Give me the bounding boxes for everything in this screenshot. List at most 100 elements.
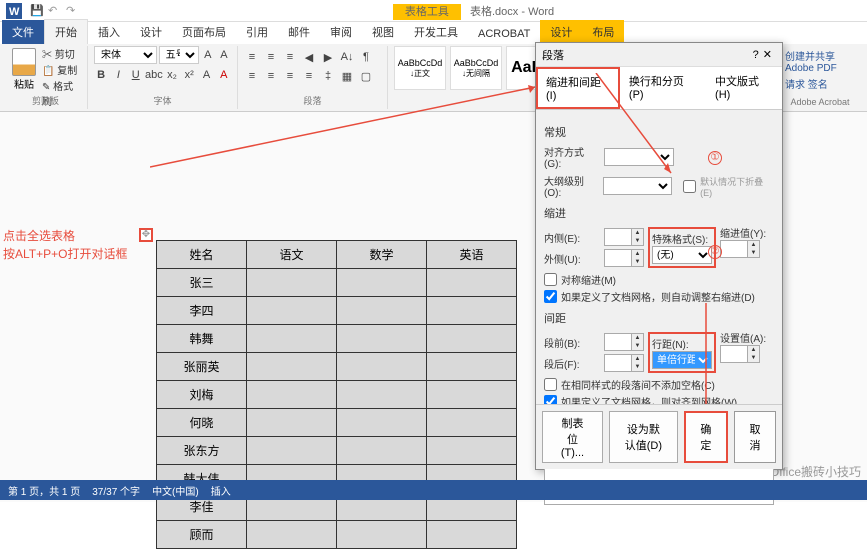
context-tab-label: 表格工具: [393, 4, 461, 20]
col-chinese[interactable]: 语文: [247, 241, 337, 269]
tab-indent-spacing[interactable]: 缩进和间距(I): [536, 67, 620, 109]
insert-mode[interactable]: 插入: [211, 483, 231, 498]
request-sign-button[interactable]: 请求 签名: [785, 76, 855, 91]
tab-line-breaks[interactable]: 换行和分页(P): [620, 67, 706, 109]
outside-spinner[interactable]: ▲▼: [604, 249, 644, 267]
paragraph-dialog: 段落 ? ✕ 缩进和间距(I) 换行和分页(P) 中文版式(H) 常规 对齐方式…: [535, 42, 783, 470]
tab-insert[interactable]: 插入: [88, 20, 130, 44]
data-table[interactable]: 姓名 语文 数学 英语 张三 李四 韩舞 张丽英 刘梅 何晓 张东方 韩大伟 李…: [156, 240, 517, 549]
tab-review[interactable]: 审阅: [320, 20, 362, 44]
table-row: 张东方: [157, 437, 517, 465]
copy-button[interactable]: 📋 复制: [42, 62, 81, 77]
inside-spinner[interactable]: ▲▼: [604, 228, 644, 246]
grow-font-icon[interactable]: A: [201, 47, 215, 63]
table-select-handle[interactable]: ✥: [139, 228, 153, 242]
page-status[interactable]: 第 1 页，共 1 页: [8, 483, 80, 498]
table-row: 刘梅: [157, 381, 517, 409]
col-math[interactable]: 数学: [337, 241, 427, 269]
style-normal[interactable]: AaBbCcDd↓正文: [394, 46, 446, 90]
line-spacing-icon[interactable]: ‡: [320, 68, 336, 84]
ok-button[interactable]: 确定: [684, 411, 728, 463]
align-center-icon[interactable]: ≡: [263, 68, 279, 84]
tab-mailings[interactable]: 邮件: [278, 20, 320, 44]
table-row: 李四: [157, 297, 517, 325]
collapse-checkbox[interactable]: [683, 180, 696, 193]
tab-acrobat[interactable]: ACROBAT: [468, 24, 540, 44]
italic-icon[interactable]: I: [111, 67, 125, 83]
ribbon-tabs: 文件 开始 插入 设计 页面布局 引用 邮件 审阅 视图 开发工具 ACROBA…: [0, 22, 867, 44]
redo-icon[interactable]: ↷: [66, 4, 80, 18]
after-spinner[interactable]: ▲▼: [604, 354, 644, 372]
cut-button[interactable]: ✂ 剪切: [42, 46, 81, 61]
font-family-select[interactable]: 宋体: [94, 46, 157, 64]
undo-icon[interactable]: ↶: [48, 4, 62, 18]
special-format-redbox: 特殊格式(S): (无): [648, 227, 716, 268]
superscript-icon[interactable]: x²: [182, 67, 196, 83]
tab-file[interactable]: 文件: [2, 20, 44, 44]
align-left-icon[interactable]: ≡: [244, 68, 260, 84]
tabs-button[interactable]: 制表位(T)...: [542, 411, 603, 463]
status-bar: 第 1 页，共 1 页 37/37 个字 中文(中国) 插入: [0, 480, 867, 500]
title-bar: W 💾 ↶ ↷ 表格工具 表格.docx - Word: [0, 0, 867, 22]
tab-asian[interactable]: 中文版式(H): [706, 67, 782, 109]
no-space-checkbox[interactable]: [544, 378, 557, 391]
dialog-buttons: 制表位(T)... 设为默认值(D) 确定 取消: [536, 404, 782, 469]
numbering-icon[interactable]: ≡: [263, 49, 279, 65]
subscript-icon[interactable]: x₂: [165, 67, 179, 83]
style-nospacing[interactable]: AaBbCcDd↓无间隔: [450, 46, 502, 90]
quick-access-toolbar: 💾 ↶ ↷: [30, 4, 80, 18]
circle-1: ①: [708, 151, 722, 165]
word-count[interactable]: 37/37 个字: [92, 483, 140, 498]
tab-table-design[interactable]: 设计: [540, 20, 582, 44]
align-right-icon[interactable]: ≡: [282, 68, 298, 84]
tab-layout[interactable]: 页面布局: [172, 20, 236, 44]
strike-icon[interactable]: abc: [146, 67, 162, 83]
before-spinner[interactable]: ▲▼: [604, 333, 644, 351]
tab-view[interactable]: 视图: [362, 20, 404, 44]
outline-select[interactable]: [603, 177, 672, 195]
bold-icon[interactable]: B: [94, 67, 108, 83]
underline-icon[interactable]: U: [129, 67, 143, 83]
table-row: 顾而: [157, 521, 517, 549]
col-english[interactable]: 英语: [427, 241, 517, 269]
shrink-font-icon[interactable]: A: [217, 47, 231, 63]
increase-indent-icon[interactable]: ▶: [320, 49, 336, 65]
tab-table-layout[interactable]: 布局: [582, 20, 624, 44]
alignment-select[interactable]: [604, 148, 674, 166]
set-default-button[interactable]: 设为默认值(D): [609, 411, 678, 463]
tab-references[interactable]: 引用: [236, 20, 278, 44]
set-value-spinner[interactable]: ▲▼: [720, 345, 760, 363]
bullets-icon[interactable]: ≡: [244, 49, 260, 65]
cancel-button[interactable]: 取消: [734, 411, 776, 463]
indent-value-spinner[interactable]: ▲▼: [720, 240, 760, 258]
mirror-checkbox[interactable]: [544, 273, 557, 286]
tab-design[interactable]: 设计: [130, 20, 172, 44]
special-format-select[interactable]: (无): [652, 246, 712, 264]
highlight-icon[interactable]: A: [199, 67, 213, 83]
sort-icon[interactable]: A↓: [339, 49, 355, 65]
create-pdf-button[interactable]: 创建并共享Adobe PDF: [785, 48, 855, 74]
dialog-titlebar[interactable]: 段落 ? ✕: [536, 43, 782, 67]
multilevel-icon[interactable]: ≡: [282, 49, 298, 65]
close-icon[interactable]: ✕: [759, 48, 776, 61]
acrobat-group: 创建并共享Adobe PDF 请求 签名 Adobe Acrobat: [777, 46, 863, 109]
circle-2: ②: [708, 245, 722, 259]
borders-icon[interactable]: ▢: [358, 68, 374, 84]
language-status[interactable]: 中文(中国): [152, 483, 199, 498]
table-row: 张丽英: [157, 353, 517, 381]
decrease-indent-icon[interactable]: ◀: [301, 49, 317, 65]
justify-icon[interactable]: ≡: [301, 68, 317, 84]
document-title: 表格.docx - Word: [470, 6, 554, 18]
tab-developer[interactable]: 开发工具: [404, 20, 468, 44]
tab-home[interactable]: 开始: [44, 19, 88, 44]
font-color-icon[interactable]: A: [217, 67, 231, 83]
auto-adjust-checkbox[interactable]: [544, 290, 557, 303]
shading-icon[interactable]: ▦: [339, 68, 355, 84]
font-size-select[interactable]: 五号: [159, 46, 199, 64]
annotation-text: 点击全选表格 按ALT+P+O打开对话框: [3, 227, 127, 263]
line-spacing-select[interactable]: 单倍行距: [652, 351, 712, 369]
paste-icon: [12, 48, 36, 76]
save-icon[interactable]: 💾: [30, 4, 44, 18]
show-marks-icon[interactable]: ¶: [358, 49, 374, 65]
col-name[interactable]: 姓名: [157, 241, 247, 269]
